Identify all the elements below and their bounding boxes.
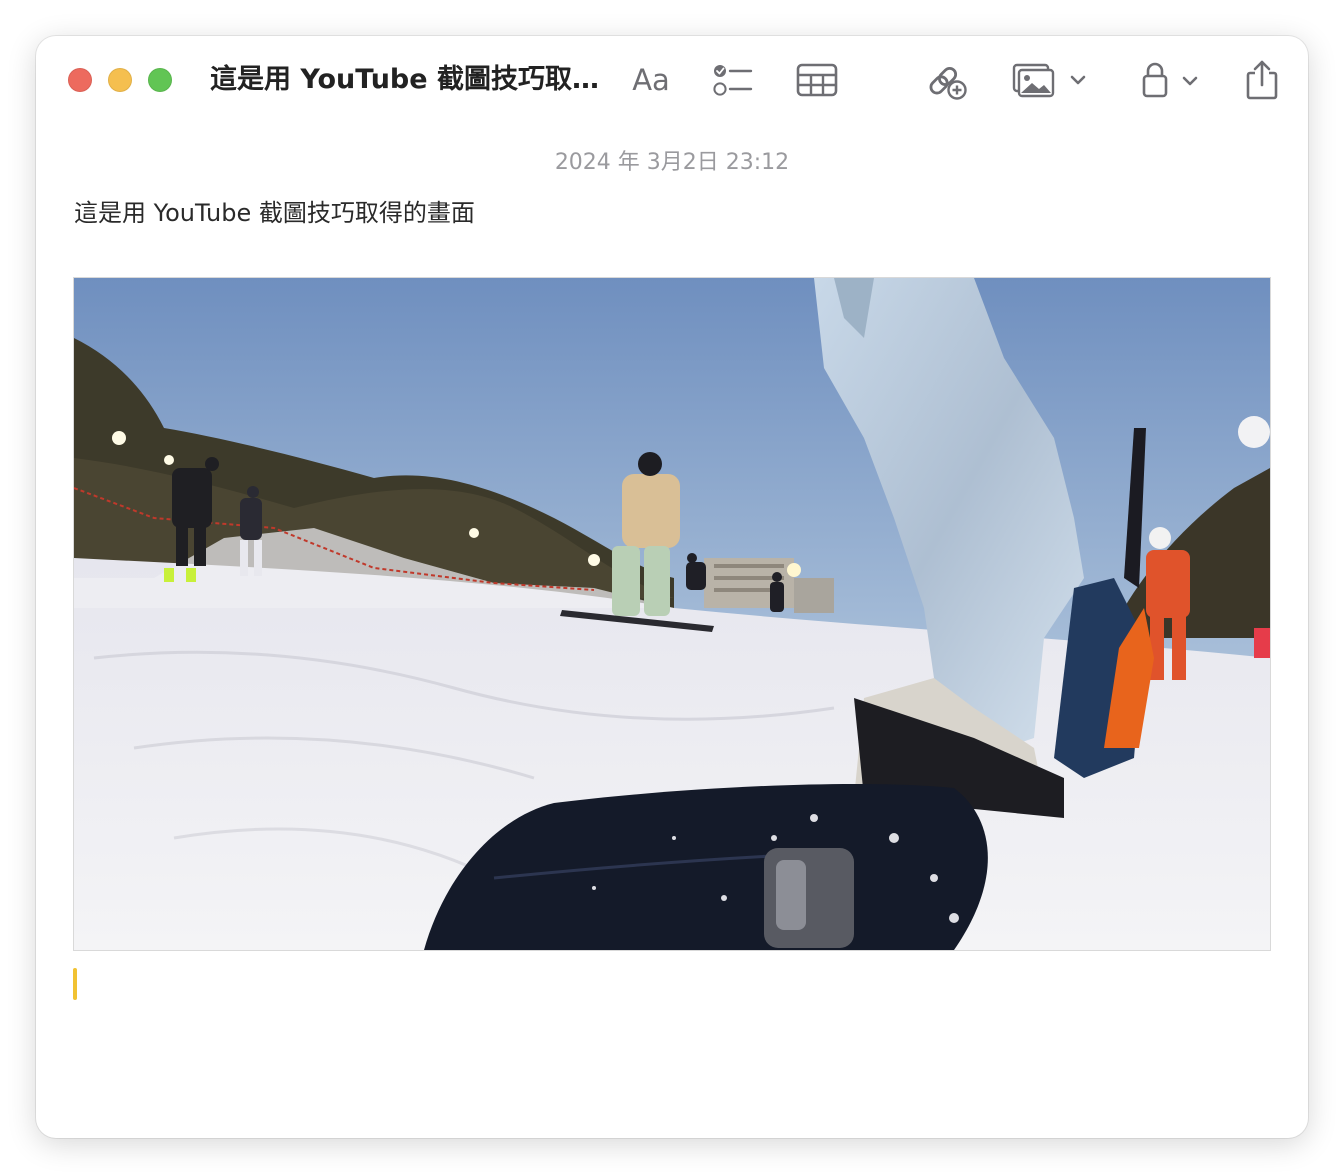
lock-button[interactable] xyxy=(1140,56,1204,104)
note-timestamp: 2024 年 3月2日 23:12 xyxy=(554,150,790,175)
collaborate-button[interactable] xyxy=(926,56,968,104)
note-title: 這是用 YouTube 截圖技巧取得的畫面 xyxy=(210,64,600,95)
close-window-button[interactable] xyxy=(68,68,92,92)
lock-icon xyxy=(1142,62,1198,98)
text-cursor xyxy=(73,968,77,1000)
table-icon xyxy=(796,63,838,97)
zoom-window-button[interactable] xyxy=(148,68,172,92)
share-icon xyxy=(1246,60,1278,100)
notes-window: 這是用 YouTube 截圖技巧取得的畫面 Aa xyxy=(36,36,1308,1138)
note-body-text[interactable]: 這是用 YouTube 截圖技巧取得的畫面 xyxy=(74,196,475,230)
format-text-icon: Aa xyxy=(632,63,670,97)
media-button[interactable] xyxy=(1012,56,1092,104)
titlebar: 這是用 YouTube 截圖技巧取得的畫面 Aa xyxy=(36,36,1308,124)
snowboarding-photo-image xyxy=(74,278,1270,950)
minimize-window-button[interactable] xyxy=(108,68,132,92)
attached-photo[interactable] xyxy=(74,278,1270,950)
table-button[interactable] xyxy=(796,56,838,104)
media-icon xyxy=(1012,63,1086,98)
share-button[interactable] xyxy=(1244,56,1280,104)
collaborate-link-icon xyxy=(929,66,967,100)
checklist-button[interactable] xyxy=(712,56,754,104)
checklist-icon xyxy=(713,65,753,96)
format-text-button[interactable]: Aa xyxy=(626,56,676,104)
